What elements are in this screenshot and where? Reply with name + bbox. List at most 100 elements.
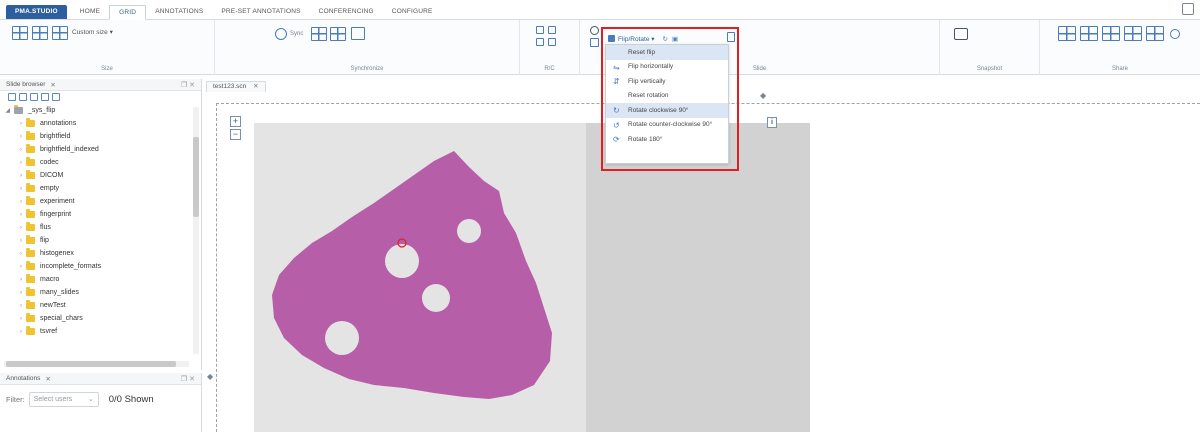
tree-item[interactable]: › flip (0, 234, 191, 247)
custom-size-dropdown[interactable]: Custom size ▾ (72, 28, 113, 36)
folder-icon (26, 274, 35, 283)
window-icon[interactable] (1182, 3, 1194, 15)
tree-link-icon[interactable] (30, 93, 38, 101)
tree-item[interactable]: › brightfield_indexed (0, 143, 191, 156)
expand-arrow-icon[interactable]: ◢ (0, 107, 14, 114)
expand-arrow-icon[interactable]: › (0, 134, 26, 140)
expand-arrow-icon[interactable]: › (0, 238, 26, 244)
close-icon[interactable]: ✕ (50, 81, 55, 89)
tree-refresh-icon[interactable] (19, 93, 27, 101)
tree-item[interactable]: › macro (0, 273, 191, 286)
panel-controls-icon[interactable]: ❐ ✕ (181, 81, 195, 89)
tree-item-label: flus (40, 224, 51, 231)
expand-arrow-icon[interactable]: › (0, 303, 26, 309)
tree-item-label: brightfield (40, 133, 71, 140)
folder-icon (26, 248, 35, 257)
close-icon[interactable]: ✕ (45, 375, 50, 383)
tree-item[interactable]: › tsvref (0, 325, 191, 338)
share-icon[interactable] (1170, 29, 1180, 39)
expand-arrow-icon[interactable]: › (0, 212, 26, 218)
expand-arrow-icon[interactable]: › (0, 186, 26, 192)
share-grid-icon[interactable] (1124, 26, 1142, 41)
zoom-in-button[interactable]: + (230, 116, 241, 127)
users-select[interactable]: Select users ⌄ (28, 391, 99, 407)
tree-horizontal-scrollbar[interactable] (4, 361, 189, 367)
tab-configure[interactable]: CONFIGURE (383, 5, 442, 19)
tree-item[interactable]: › special_chars (0, 312, 191, 325)
expand-arrow-icon[interactable]: › (0, 264, 26, 270)
tab-annotations[interactable]: ANNOTATIONS (146, 5, 212, 19)
tree-item[interactable]: › histogenex (0, 247, 191, 260)
camera-icon[interactable] (954, 28, 968, 40)
share-table-icon[interactable] (1146, 26, 1164, 41)
viewer-tab[interactable]: test123.scn ✕ (206, 80, 266, 92)
tree-item-label: experiment (40, 198, 75, 205)
tree-home-icon[interactable] (8, 93, 16, 101)
grid-3x3-icon[interactable] (52, 26, 68, 40)
expand-arrow-icon[interactable]: › (0, 147, 26, 153)
tree-item[interactable]: › codec (0, 156, 191, 169)
tab-pma-studio[interactable]: PMA.STUDIO (6, 5, 67, 19)
sync-grid-icon[interactable] (311, 27, 327, 41)
expand-arrow-icon[interactable]: › (0, 290, 26, 296)
expand-arrow-icon[interactable]: › (0, 251, 26, 257)
tree-vertical-scrollbar[interactable] (193, 107, 199, 354)
tree-item-label: histogenex (40, 250, 74, 257)
tree-grid-icon[interactable] (41, 93, 49, 101)
tab-pre-set-annotations[interactable]: PRE-SET ANNOTATIONS (212, 5, 309, 19)
person-icon[interactable] (590, 38, 599, 47)
share-image-icon[interactable] (1058, 26, 1076, 41)
panel-controls-icon[interactable]: ❐ ✕ (181, 375, 195, 383)
expand-arrow-icon[interactable]: › (0, 160, 26, 166)
row-add-icon[interactable] (536, 26, 544, 34)
tab-conferencing[interactable]: CONFERENCING (310, 5, 383, 19)
tree-item[interactable]: › empty (0, 182, 191, 195)
sync-label: Sync (290, 31, 304, 37)
tree-item[interactable]: › newTest (0, 299, 191, 312)
expand-arrow-icon[interactable]: › (0, 316, 26, 322)
sync-icon[interactable] (275, 28, 287, 40)
row-remove-icon[interactable] (548, 26, 556, 34)
rc-group-label: R/C (544, 66, 555, 72)
folder-icon (26, 235, 35, 244)
col-remove-icon[interactable] (548, 38, 556, 46)
folder-icon (26, 131, 35, 140)
tree-item[interactable]: › brightfield (0, 130, 191, 143)
expand-arrow-icon[interactable]: › (0, 277, 26, 283)
sync-expand-icon[interactable] (351, 27, 365, 40)
tree-item[interactable]: › flus (0, 221, 191, 234)
close-icon[interactable]: ✕ (253, 83, 258, 90)
tab-home[interactable]: HOME (71, 5, 109, 19)
sync-table-icon[interactable] (330, 27, 346, 41)
tree-item[interactable]: › many_slides (0, 286, 191, 299)
tree-list-icon[interactable] (52, 93, 60, 101)
expand-arrow-icon[interactable]: › (0, 173, 26, 179)
tree-item-label: tsvref (40, 328, 58, 335)
expand-arrow-icon[interactable]: › (0, 199, 26, 205)
tree-item-label: codec (40, 159, 59, 166)
grid-3x2-icon[interactable] (32, 26, 48, 40)
tree-item[interactable]: › experiment (0, 195, 191, 208)
grid-2x2-icon[interactable] (12, 26, 28, 40)
brightness-icon[interactable] (590, 26, 599, 35)
tissue-shape (272, 151, 552, 399)
splitter-handle-icon[interactable]: ◆ (207, 372, 213, 381)
expand-arrow-icon[interactable]: › (0, 121, 26, 127)
tree-item[interactable]: › annotations (0, 117, 191, 130)
tree-item[interactable]: › incomplete_formats (0, 260, 191, 273)
splitter-handle-icon[interactable]: ◆ (760, 91, 766, 100)
zoom-out-button[interactable]: − (230, 129, 241, 140)
share-link-icon[interactable] (1102, 26, 1120, 41)
tab-grid[interactable]: GRID (109, 5, 147, 20)
col-add-icon[interactable] (536, 38, 544, 46)
tissue-hole (385, 244, 419, 278)
share-gallery-icon[interactable] (1080, 26, 1098, 41)
tree-root[interactable]: ◢ _sys_flip (0, 104, 191, 117)
tree-item[interactable]: › fingerprint (0, 208, 191, 221)
info-button[interactable]: i (767, 117, 777, 128)
tree-root-label: _sys_flip (28, 107, 56, 114)
expand-arrow-icon[interactable]: › (0, 329, 26, 335)
expand-arrow-icon[interactable]: › (0, 225, 26, 231)
tissue-hole (422, 284, 450, 312)
tree-item[interactable]: › DICOM (0, 169, 191, 182)
